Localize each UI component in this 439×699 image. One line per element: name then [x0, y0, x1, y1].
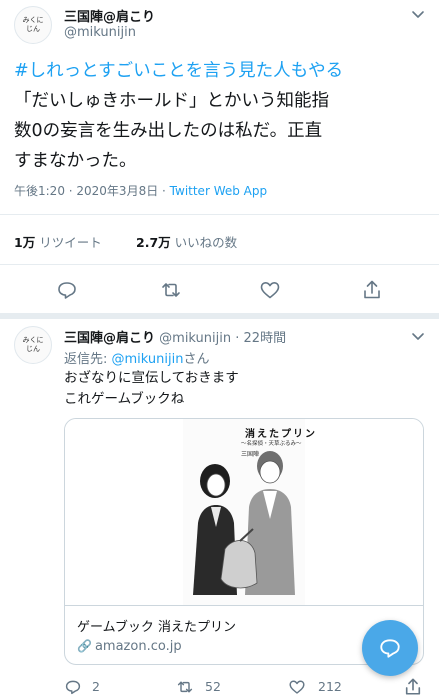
share-button[interactable] — [362, 279, 382, 301]
chevron-down-icon — [412, 333, 424, 340]
card-image: 消えたプリン ～名探偵・天草ぶるみ～ 三国陣 — [65, 419, 423, 605]
reply-count: 2 — [92, 679, 100, 694]
source-link[interactable]: Twitter Web App — [170, 184, 267, 198]
hashtag-link[interactable]: #しれっとすごいことを言う見た人もやる — [14, 56, 434, 86]
avatar-text-line2: じん — [26, 25, 40, 33]
relative-time[interactable]: · 22時間 — [235, 331, 286, 346]
share-icon — [364, 280, 380, 299]
like-count: 212 — [318, 679, 342, 694]
like-button[interactable] — [259, 280, 281, 300]
retweet-stat[interactable]: 1万 リツイート — [14, 232, 102, 251]
retweet-icon — [177, 681, 193, 693]
divider — [0, 264, 439, 265]
more-options-button[interactable] — [410, 328, 428, 344]
like-label: いいねの数 — [174, 235, 238, 250]
share-icon — [405, 678, 421, 695]
heart-icon — [260, 282, 280, 299]
retweet-count: 1万 — [14, 235, 36, 250]
link-icon: 🔗 — [77, 639, 92, 653]
card-domain-text: amazon.co.jp — [94, 639, 182, 654]
reply-icon — [58, 282, 76, 299]
card-domain: 🔗 amazon.co.jp — [77, 639, 182, 654]
reply-header: 三国陣@肩こり @mikunijin · 22時間 — [64, 327, 286, 346]
reply-to: 返信先: @mikunijinさん — [64, 348, 210, 367]
card-title: ゲームブック 消えたプリン — [77, 620, 236, 635]
reply-button[interactable]: 2 — [64, 679, 104, 697]
retweet-count: 52 — [205, 679, 221, 694]
retweet-label: リツイート — [39, 235, 102, 250]
divider — [0, 214, 439, 215]
tweet-text-line: おざなりに宣伝しておきます — [64, 370, 239, 386]
like-stat[interactable]: 2.7万 いいねの数 — [136, 232, 237, 251]
tweet-timestamp: 午後1:20 · 2020年3月8日 · Twitter Web App — [14, 182, 267, 199]
compose-reply-button[interactable] — [362, 620, 418, 676]
retweet-button[interactable] — [159, 280, 183, 300]
reply-icon — [380, 639, 400, 658]
card-divider — [65, 605, 423, 606]
avatar[interactable]: みくに じん — [14, 326, 52, 364]
tweet-text-line: すまなかった。 — [14, 151, 137, 171]
cover-author: 三国陣 — [241, 451, 260, 458]
avatar[interactable]: みくに じん — [14, 6, 52, 44]
share-button[interactable] — [404, 677, 422, 697]
cover-subtitle: ～名探偵・天草ぶるみ～ — [241, 441, 302, 447]
avatar-text-line2: じん — [26, 345, 40, 353]
divider — [0, 313, 439, 319]
tweet-text-line: 「だいしゅきホールド」とかいう知能指 — [14, 91, 329, 111]
avatar-text-line1: みくに — [22, 16, 44, 24]
cover-title: 消えたプリン — [245, 429, 317, 440]
user-handle[interactable]: @mikunijin — [159, 331, 231, 346]
like-count: 2.7万 — [136, 235, 171, 250]
reply-to-suffix: さん — [183, 352, 210, 367]
retweet-button[interactable]: 52 — [175, 679, 235, 697]
tweet-body: おざなりに宣伝しておきます これゲームブックね — [64, 368, 239, 410]
chevron-down-icon — [412, 11, 424, 18]
display-name[interactable]: 三国陣@肩こり — [64, 6, 155, 25]
heart-icon — [289, 680, 305, 694]
tweet-text-line: これゲームブックね — [64, 391, 185, 407]
display-name[interactable]: 三国陣@肩こり — [64, 331, 155, 346]
more-options-button[interactable] — [410, 6, 428, 22]
user-handle[interactable]: @mikunijin — [64, 25, 136, 40]
timestamp-text: 午後1:20 · 2020年3月8日 · — [14, 184, 170, 198]
retweet-icon — [162, 283, 180, 297]
avatar-text-line1: みくに — [22, 336, 44, 344]
tweet-text-line: 数0の妄言を生み出したのは私だ。正直 — [14, 121, 323, 141]
tweet-body: #しれっとすごいことを言う見た人もやる 「だいしゅきホールド」とかいう知能指 数… — [14, 56, 434, 176]
reply-icon — [65, 680, 81, 695]
reply-to-prefix: 返信先: — [64, 352, 112, 367]
reply-button[interactable] — [56, 280, 78, 300]
like-button[interactable]: 212 — [288, 679, 358, 697]
reply-to-handle[interactable]: @mikunijin — [112, 352, 184, 367]
